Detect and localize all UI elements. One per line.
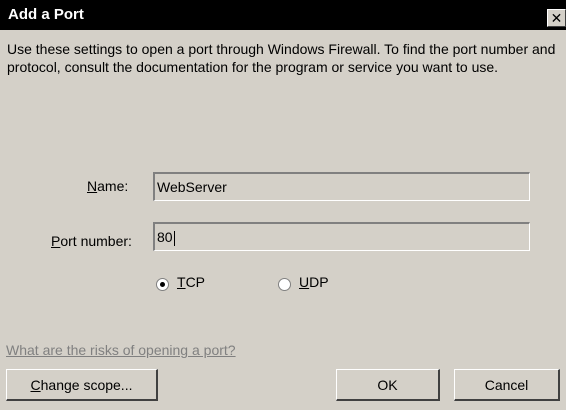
text-caret (173, 230, 175, 246)
name-input-value: WebServer (157, 179, 227, 195)
window-title: Add a Port (8, 6, 84, 23)
udp-radio[interactable] (278, 278, 291, 291)
tcp-radio[interactable] (156, 278, 169, 291)
name-label: Name: (87, 178, 129, 194)
description-text: Use these settings to open a port throug… (7, 41, 556, 75)
port-number-input[interactable]: 80 (153, 222, 530, 251)
ok-button[interactable]: OK (336, 369, 440, 401)
cancel-button[interactable]: Cancel (454, 369, 560, 401)
name-input[interactable]: WebServer (153, 172, 530, 201)
port-number-input-value: 80 (157, 229, 173, 245)
close-button[interactable]: ✕ (547, 9, 566, 27)
title-bar: Add a Port ✕ (0, 0, 566, 30)
port-number-label: Port number: (51, 233, 132, 249)
tcp-radio-label[interactable]: TCP (177, 274, 205, 290)
udp-radio-label[interactable]: UDP (299, 274, 329, 290)
close-icon: ✕ (550, 10, 563, 26)
risks-link[interactable]: What are the risks of opening a port? (6, 342, 236, 358)
change-scope-button[interactable]: Change scope... (6, 369, 158, 401)
